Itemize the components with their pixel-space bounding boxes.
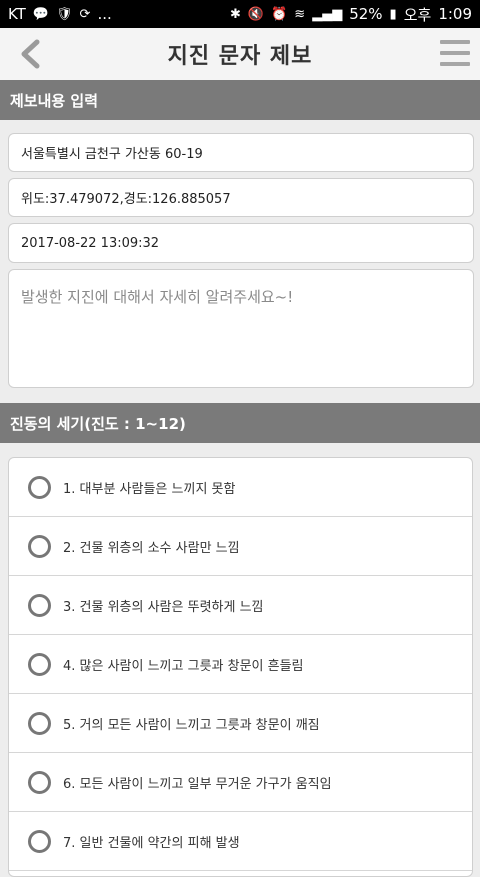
chevron-left-icon <box>21 39 40 69</box>
back-button[interactable] <box>10 34 50 74</box>
page-title: 지진 문자 제보 <box>167 44 313 69</box>
status-right: ✱ 🔇 ⏰ ≋ ▂▄▆ 52% ▮ 오후 1:09 <box>230 4 472 25</box>
wifi-icon: ≋ <box>294 6 306 22</box>
intensity-option[interactable]: 1. 대부분 사람들은 느끼지 못함 <box>9 458 472 517</box>
coordinates-field[interactable]: 위도:37.479072,경도:126.885057 <box>8 178 474 217</box>
description-textarea[interactable]: 발생한 지진에 대해서 자세히 알려주세요~! <box>8 269 474 388</box>
talk-notification-icon: 💬 <box>32 6 50 22</box>
time-period: 오후 <box>403 5 432 24</box>
sync-notification-icon: ⟳ <box>79 6 91 22</box>
hamburger-menu-icon <box>440 40 470 44</box>
intensity-option-label: 3. 건물 위층의 사람은 뚜렷하게 느낌 <box>63 599 264 615</box>
intensity-option-label: 4. 많은 사람이 느끼고 그릇과 창문이 흔들림 <box>63 658 304 674</box>
bluetooth-icon: ✱ <box>230 6 241 22</box>
signal-icon: ▂▄▆ <box>312 6 343 22</box>
radio-button-icon[interactable] <box>28 711 51 735</box>
status-left: KT 💬 🛡 ⟳ ... <box>8 5 112 23</box>
carrier-label: KT <box>8 5 26 23</box>
app-bar: 지진 문자 제보 <box>0 28 480 80</box>
intensity-option[interactable]: 7. 일반 건물에 약간의 피해 발생 <box>9 812 472 871</box>
radio-button-icon[interactable] <box>28 652 51 676</box>
intensity-option-label: 5. 거의 모든 사람이 느끼고 그릇과 창문이 깨짐 <box>63 717 320 733</box>
intensity-option[interactable]: 5. 거의 모든 사람이 느끼고 그릇과 창문이 깨짐 <box>9 694 472 753</box>
shield-notification-icon: 🛡 <box>56 6 73 22</box>
mute-icon: 🔇 <box>247 6 265 22</box>
radio-button-icon[interactable] <box>28 534 51 558</box>
battery-percent: 52% <box>349 5 383 23</box>
intensity-options-list: 1. 대부분 사람들은 느끼지 못함 2. 건물 위층의 소수 사람만 느낌 3… <box>8 457 473 877</box>
radio-button-icon[interactable] <box>28 829 51 853</box>
clock: 1:09 <box>438 5 472 23</box>
radio-button-icon[interactable] <box>28 593 51 617</box>
radio-button-icon[interactable] <box>28 770 51 794</box>
hamburger-line <box>440 51 470 55</box>
intensity-option-label: 2. 건물 위층의 소수 사람만 느낌 <box>63 540 240 556</box>
intensity-option[interactable]: 6. 모든 사람이 느끼고 일부 무거운 가구가 움직임 <box>9 753 472 812</box>
radio-button-icon[interactable] <box>28 475 51 499</box>
more-notifications: ... <box>97 5 112 23</box>
hamburger-line <box>440 62 470 66</box>
status-bar: KT 💬 🛡 ⟳ ... ✱ 🔇 ⏰ ≋ ▂▄▆ 52% ▮ 오후 1:09 <box>0 0 480 28</box>
report-section-header: 제보내용 입력 <box>0 80 480 120</box>
menu-button[interactable] <box>440 40 470 66</box>
intensity-option-label: 6. 모든 사람이 느끼고 일부 무거운 가구가 움직임 <box>63 776 332 792</box>
intensity-option[interactable]: 3. 건물 위층의 사람은 뚜렷하게 느낌 <box>9 576 472 635</box>
alarm-icon: ⏰ <box>271 6 288 22</box>
intensity-option-label: 1. 대부분 사람들은 느끼지 못함 <box>63 481 236 497</box>
address-field[interactable]: 서울특별시 금천구 가산동 60-19 <box>8 133 474 172</box>
datetime-field[interactable]: 2017-08-22 13:09:32 <box>8 223 474 263</box>
battery-icon: ▮ <box>389 6 397 22</box>
intensity-option-label: 7. 일반 건물에 약간의 피해 발생 <box>63 835 240 851</box>
intensity-option[interactable]: 2. 건물 위층의 소수 사람만 느낌 <box>9 517 472 576</box>
intensity-section-header: 진동의 세기(진도 : 1~12) <box>0 403 480 443</box>
intensity-option[interactable]: 4. 많은 사람이 느끼고 그릇과 창문이 흔들림 <box>9 635 472 694</box>
